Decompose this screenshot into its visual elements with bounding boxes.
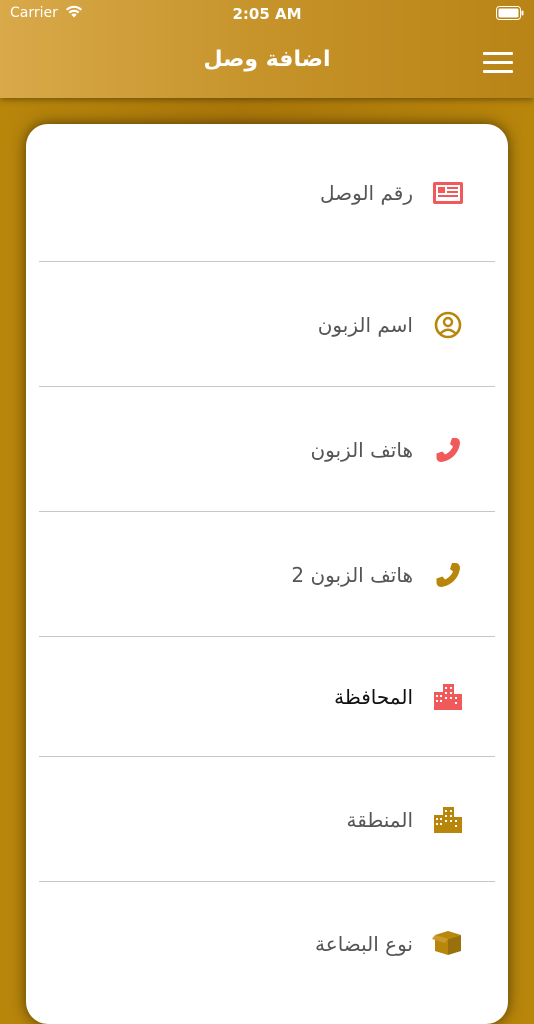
hamburger-menu-icon[interactable] — [483, 52, 513, 74]
field-label: اسم الزبون — [317, 312, 413, 337]
field-label: رقم الوصل — [320, 181, 413, 205]
field-customer-name[interactable]: اسم الزبون — [39, 262, 495, 387]
status-time: 2:05 AM — [232, 5, 302, 23]
field-label: نوع البضاعة — [315, 932, 413, 956]
field-label: المحافظة — [334, 685, 413, 709]
field-area[interactable]: المنطقة — [39, 757, 495, 882]
phone-icon — [436, 437, 460, 462]
field-governorate[interactable]: المحافظة — [39, 637, 495, 757]
app-header: Carrier 2:05 AM اضافة وصل — [0, 0, 534, 98]
page-title: اضافة وصل — [203, 47, 331, 72]
battery-icon — [496, 6, 524, 20]
field-receipt-number[interactable]: رقم الوصل — [39, 124, 495, 262]
form-card: رقم الوصل اسم الزبون هاتف الزبون هاتف ال… — [26, 124, 508, 1024]
phone-icon — [436, 562, 460, 587]
field-customer-phone-2[interactable]: هاتف الزبون 2 — [39, 512, 495, 637]
field-customer-phone[interactable]: هاتف الزبون — [39, 387, 495, 512]
user-circle-icon — [434, 311, 462, 338]
box-icon — [432, 931, 461, 955]
status-bar: Carrier 2:05 AM — [0, 0, 534, 28]
field-goods-type[interactable]: نوع البضاعة — [39, 882, 495, 1002]
field-label: هاتف الزبون 2 — [291, 562, 413, 587]
city-icon — [434, 684, 462, 710]
receipt-icon — [433, 182, 463, 204]
city-icon — [434, 806, 462, 833]
field-label: هاتف الزبون — [310, 437, 413, 462]
field-label: المنطقة — [346, 807, 414, 832]
